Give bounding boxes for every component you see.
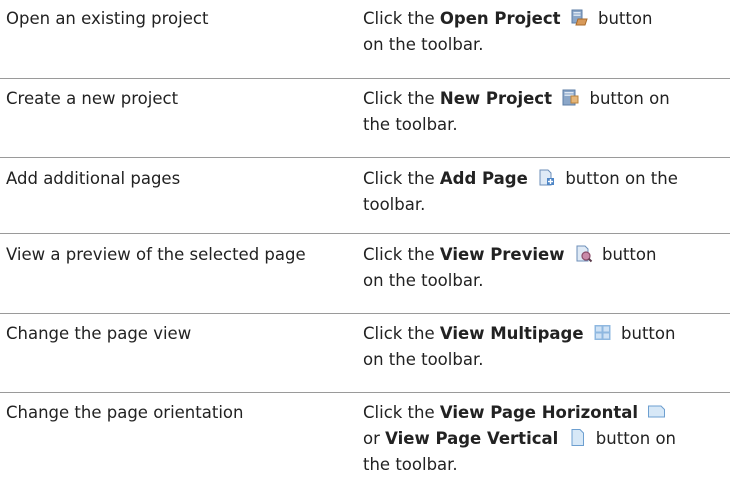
action-text: Click the	[363, 403, 435, 422]
task-cell: Add additional pages	[6, 169, 181, 188]
button-name: View Multipage	[439, 324, 584, 343]
button-name: View Page Horizontal	[439, 403, 639, 422]
action-text: button on the	[565, 169, 678, 188]
action-text: toolbar.	[363, 195, 426, 214]
action-text: Click the	[363, 324, 435, 343]
action-text: button on	[589, 89, 670, 108]
action-text: Click the	[363, 245, 435, 264]
table-row: View a preview of the selected page Clic…	[0, 234, 730, 314]
view-page-vertical-icon	[568, 428, 587, 447]
button-name: View Page Vertical	[385, 429, 559, 448]
action-text: the toolbar.	[363, 455, 458, 474]
button-name: New Project	[439, 89, 552, 108]
table-row: Change the page view Click the View Mult…	[0, 314, 730, 393]
action-text: Click the	[363, 169, 435, 188]
task-cell: Change the page orientation	[6, 403, 244, 422]
open-project-icon	[570, 8, 589, 27]
action-text: Click the	[363, 9, 435, 28]
task-cell: Create a new project	[6, 89, 179, 108]
action-cell: Click the Open Project button on the too…	[363, 6, 730, 78]
table-row: Open an existing project Click the Open …	[0, 0, 730, 79]
action-text: button	[598, 9, 653, 28]
view-page-horizontal-icon	[647, 402, 666, 421]
table-row: Create a new project Click the New Proje…	[0, 79, 730, 158]
action-text: the toolbar.	[363, 115, 458, 134]
button-name: View Preview	[439, 245, 565, 264]
button-name: Add Page	[439, 169, 528, 188]
action-text: Click the	[363, 89, 435, 108]
action-cell: Click the View Multipage button on the t…	[363, 321, 730, 392]
add-page-icon	[537, 168, 556, 187]
action-cell: Click the New Project button on the tool…	[363, 86, 730, 157]
action-text: button on	[595, 429, 677, 448]
action-cell: Click the View Page Horizontal or View P…	[363, 400, 730, 498]
action-cell: Click the Add Page button on the toolbar…	[363, 166, 730, 233]
action-cell: Click the View Preview button on the too…	[363, 242, 730, 313]
action-text: on the toolbar.	[363, 271, 484, 290]
action-text: on the toolbar.	[363, 350, 484, 369]
table-row: Add additional pages Click the Add Page …	[0, 158, 730, 234]
task-table: Open an existing project Click the Open …	[0, 0, 730, 498]
action-text: button	[601, 245, 657, 264]
task-cell: View a preview of the selected page	[6, 245, 306, 264]
button-name: Open Project	[439, 9, 561, 28]
view-multipage-icon	[593, 323, 612, 342]
table-row: Change the page orientation Click the Vi…	[0, 393, 730, 498]
task-cell: Change the page view	[6, 324, 192, 343]
new-project-icon	[561, 88, 580, 107]
task-cell: Open an existing project	[6, 9, 209, 28]
action-text: on the toolbar.	[363, 35, 484, 54]
action-text: button	[621, 324, 676, 343]
view-preview-icon	[574, 244, 593, 263]
action-text: or	[363, 429, 380, 448]
